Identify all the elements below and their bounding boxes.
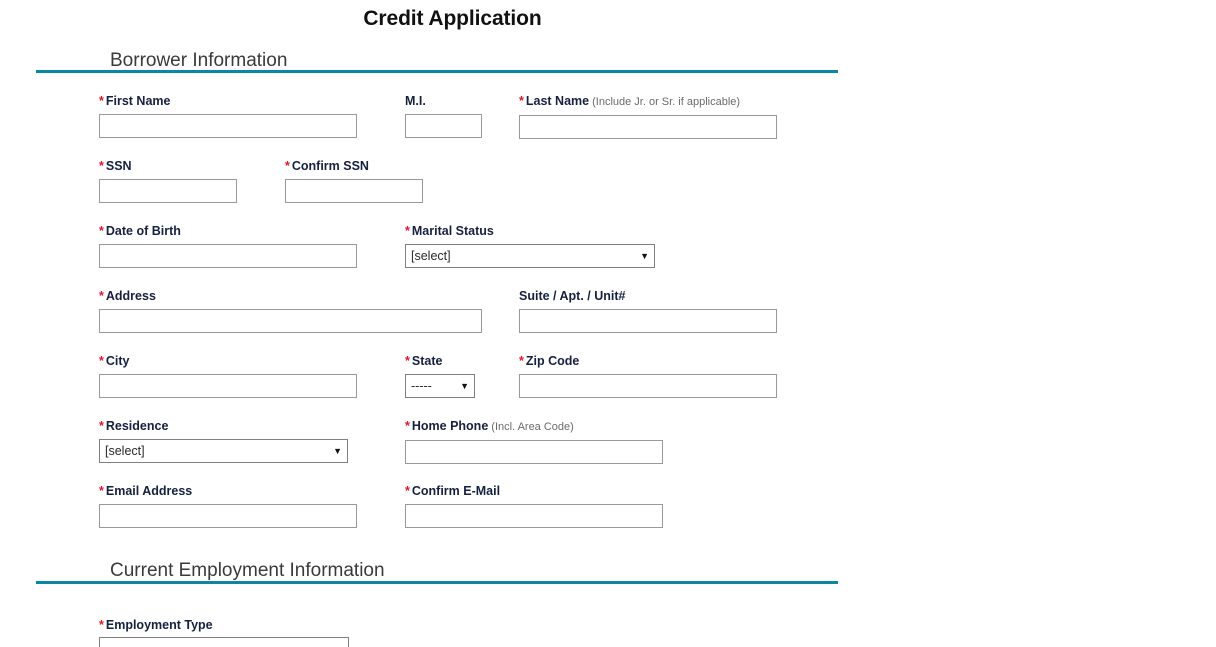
required-asterisk: * [519, 94, 524, 108]
label-date-of-birth: * Date of Birth [99, 224, 181, 238]
required-asterisk: * [99, 159, 104, 173]
label-ssn: * SSN [99, 159, 132, 173]
select-employment-type[interactable] [99, 637, 349, 647]
hint-home-phone: (Incl. Area Code) [491, 421, 574, 433]
section-divider-current-employment-information [36, 581, 838, 584]
required-asterisk: * [99, 354, 104, 368]
input-address[interactable] [99, 309, 482, 333]
field-marital-status: * Marital Status [select] ▼ [405, 224, 655, 268]
label-home-phone: * Home Phone (Incl. Area Code) [405, 419, 574, 433]
input-last-name[interactable] [519, 115, 777, 139]
required-asterisk: * [99, 289, 104, 303]
label-zip-code: * Zip Code [519, 354, 580, 368]
hint-last-name: (Include Jr. or Sr. if applicable) [592, 96, 741, 108]
field-employment-type: * Employment Type [99, 618, 213, 638]
input-confirm-ssn[interactable] [285, 179, 423, 203]
required-asterisk: * [99, 419, 104, 433]
select-residence-value: [select] [105, 444, 145, 458]
section-header-current-employment-information: Current Employment Information [110, 560, 385, 581]
required-asterisk: * [405, 484, 410, 498]
label-address: * Address [99, 289, 156, 303]
chevron-down-icon: ▼ [460, 381, 469, 391]
required-asterisk: * [405, 224, 410, 238]
input-suite-apt-unit[interactable] [519, 309, 777, 333]
input-city[interactable] [99, 374, 357, 398]
required-asterisk: * [99, 618, 104, 632]
input-home-phone[interactable] [405, 440, 663, 464]
input-middle-initial[interactable] [405, 114, 482, 138]
field-last-name: * Last Name (Include Jr. or Sr. if applica… [519, 94, 777, 139]
field-ssn: * SSN [99, 159, 237, 203]
select-residence[interactable]: [select] ▼ [99, 439, 348, 463]
select-marital-status[interactable]: [select] ▼ [405, 244, 655, 268]
field-home-phone: * Home Phone (Incl. Area Code) [405, 419, 663, 464]
chevron-down-icon: ▼ [640, 251, 649, 261]
required-asterisk: * [285, 159, 290, 173]
field-confirm-email: * Confirm E-Mail [405, 484, 663, 528]
select-state-value: ----- [411, 379, 432, 393]
input-zip-code[interactable] [519, 374, 777, 398]
label-employment-type: * Employment Type [99, 618, 213, 632]
input-first-name[interactable] [99, 114, 357, 138]
field-confirm-ssn: * Confirm SSN [285, 159, 423, 203]
field-address: * Address [99, 289, 482, 333]
label-first-name: * First Name [99, 94, 171, 108]
input-date-of-birth[interactable] [99, 244, 357, 268]
select-state[interactable]: ----- ▼ [405, 374, 475, 398]
section-divider-borrower-information [36, 70, 838, 73]
page-title: Credit Application [363, 7, 542, 30]
label-marital-status: * Marital Status [405, 224, 494, 238]
field-first-name: * First Name [99, 94, 357, 138]
required-asterisk: * [99, 484, 104, 498]
field-date-of-birth: * Date of Birth [99, 224, 357, 268]
required-asterisk: * [405, 354, 410, 368]
label-city: * City [99, 354, 130, 368]
label-suite-apt-unit: Suite / Apt. / Unit# [519, 289, 626, 303]
section-header-borrower-information: Borrower Information [110, 50, 288, 71]
label-last-name: * Last Name (Include Jr. or Sr. if applica… [519, 94, 741, 108]
label-state: * State [405, 354, 443, 368]
label-confirm-email: * Confirm E-Mail [405, 484, 501, 498]
field-middle-initial: M.I. [405, 94, 482, 138]
field-zip-code: * Zip Code [519, 354, 777, 398]
required-asterisk: * [99, 94, 104, 108]
credit-application-form: Credit Application Borrower Information … [0, 0, 1216, 647]
field-residence: * Residence [select] ▼ [99, 419, 348, 463]
field-city: * City [99, 354, 357, 398]
select-marital-status-value: [select] [411, 249, 451, 263]
label-middle-initial: M.I. [405, 94, 426, 108]
input-email-address[interactable] [99, 504, 357, 528]
label-confirm-ssn: * Confirm SSN [285, 159, 369, 173]
field-state: * State ----- ▼ [405, 354, 475, 398]
label-residence: * Residence [99, 419, 169, 433]
required-asterisk: * [99, 224, 104, 238]
input-confirm-email[interactable] [405, 504, 663, 528]
chevron-down-icon: ▼ [333, 446, 342, 456]
field-email-address: * Email Address [99, 484, 357, 528]
field-suite-apt-unit: Suite / Apt. / Unit# [519, 289, 777, 333]
required-asterisk: * [519, 354, 524, 368]
required-asterisk: * [405, 419, 410, 433]
input-ssn[interactable] [99, 179, 237, 203]
label-email-address: * Email Address [99, 484, 193, 498]
